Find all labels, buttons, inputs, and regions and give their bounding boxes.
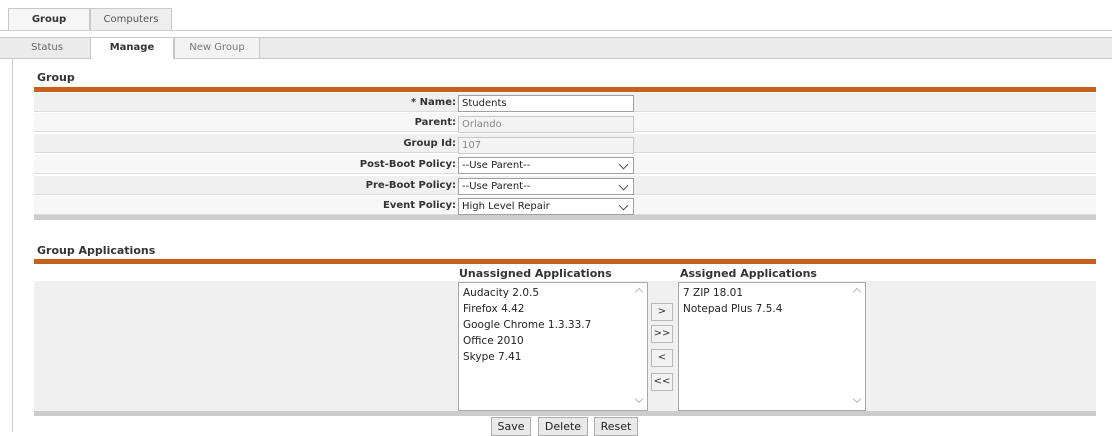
delete-button[interactable]: Delete (538, 417, 588, 436)
list-item[interactable]: Notepad Plus 7.5.4 (683, 301, 861, 317)
name-input[interactable] (458, 95, 634, 112)
chevron-up-icon[interactable] (634, 287, 644, 297)
pre-boot-value: --Use Parent-- (462, 181, 531, 192)
list-item[interactable]: Google Chrome 1.3.33.7 (463, 317, 643, 333)
subtab-status[interactable]: Status (10, 38, 84, 58)
group-section-rule (34, 87, 1096, 92)
apps-section-footer (34, 411, 1096, 416)
parent-field: Orlando (458, 116, 634, 133)
chevron-down-icon (618, 159, 629, 170)
parent-label: Parent: (414, 117, 456, 128)
event-value: High Level Repair (462, 201, 550, 212)
sub-tab-bar: Status Manage New Group (0, 37, 1112, 59)
list-item[interactable]: 7 ZIP 18.01 (683, 285, 861, 301)
unassigned-list[interactable]: Audacity 2.0.5 Firefox 4.42 Google Chrom… (458, 282, 648, 411)
apps-section-rule (34, 259, 1096, 264)
chevron-down-icon (618, 180, 629, 191)
scrollbar[interactable] (631, 283, 647, 410)
unassigned-header: Unassigned Applications (459, 267, 612, 280)
apps-section-title: Group Applications (37, 244, 156, 257)
event-select[interactable]: High Level Repair (458, 198, 634, 215)
post-boot-select[interactable]: --Use Parent-- (458, 157, 634, 174)
pre-boot-label: Pre-Boot Policy: (365, 180, 456, 191)
chevron-down-icon[interactable] (634, 394, 644, 404)
subtab-new-group[interactable]: New Group (174, 38, 260, 58)
pre-boot-select[interactable]: --Use Parent-- (458, 178, 634, 195)
tab-divider (0, 30, 1112, 31)
top-tab-bar: Group Computers (0, 0, 1112, 32)
post-boot-label: Post-Boot Policy: (359, 159, 456, 170)
chevron-down-icon (618, 200, 629, 211)
scrollbar[interactable] (849, 283, 865, 410)
list-item[interactable]: Skype 7.41 (463, 349, 643, 365)
chevron-up-icon[interactable] (852, 287, 862, 297)
list-item[interactable]: Audacity 2.0.5 (463, 285, 643, 301)
group-id-field: 107 (458, 137, 634, 154)
chevron-down-icon[interactable] (852, 394, 862, 404)
assigned-list[interactable]: 7 ZIP 18.01 Notepad Plus 7.5.4 (678, 282, 866, 411)
move-all-right-button[interactable]: >> (651, 325, 673, 343)
group-id-label: Group Id: (403, 138, 456, 149)
group-section-title: Group (37, 71, 75, 84)
move-right-button[interactable]: > (651, 303, 673, 321)
list-item[interactable]: Office 2010 (463, 333, 643, 349)
assigned-header: Assigned Applications (680, 267, 817, 280)
tab-computers[interactable]: Computers (90, 8, 172, 30)
post-boot-value: --Use Parent-- (462, 160, 531, 171)
content-border (12, 59, 13, 432)
subtab-manage[interactable]: Manage (90, 38, 174, 59)
group-section-footer (34, 215, 1096, 220)
save-button[interactable]: Save (491, 417, 531, 436)
tab-group[interactable]: Group (8, 8, 90, 30)
event-label: Event Policy: (382, 200, 456, 211)
name-label: * Name: (410, 97, 456, 108)
reset-button[interactable]: Reset (594, 417, 638, 436)
move-all-left-button[interactable]: << (651, 373, 673, 391)
list-item[interactable]: Firefox 4.42 (463, 301, 643, 317)
move-left-button[interactable]: < (651, 349, 673, 367)
